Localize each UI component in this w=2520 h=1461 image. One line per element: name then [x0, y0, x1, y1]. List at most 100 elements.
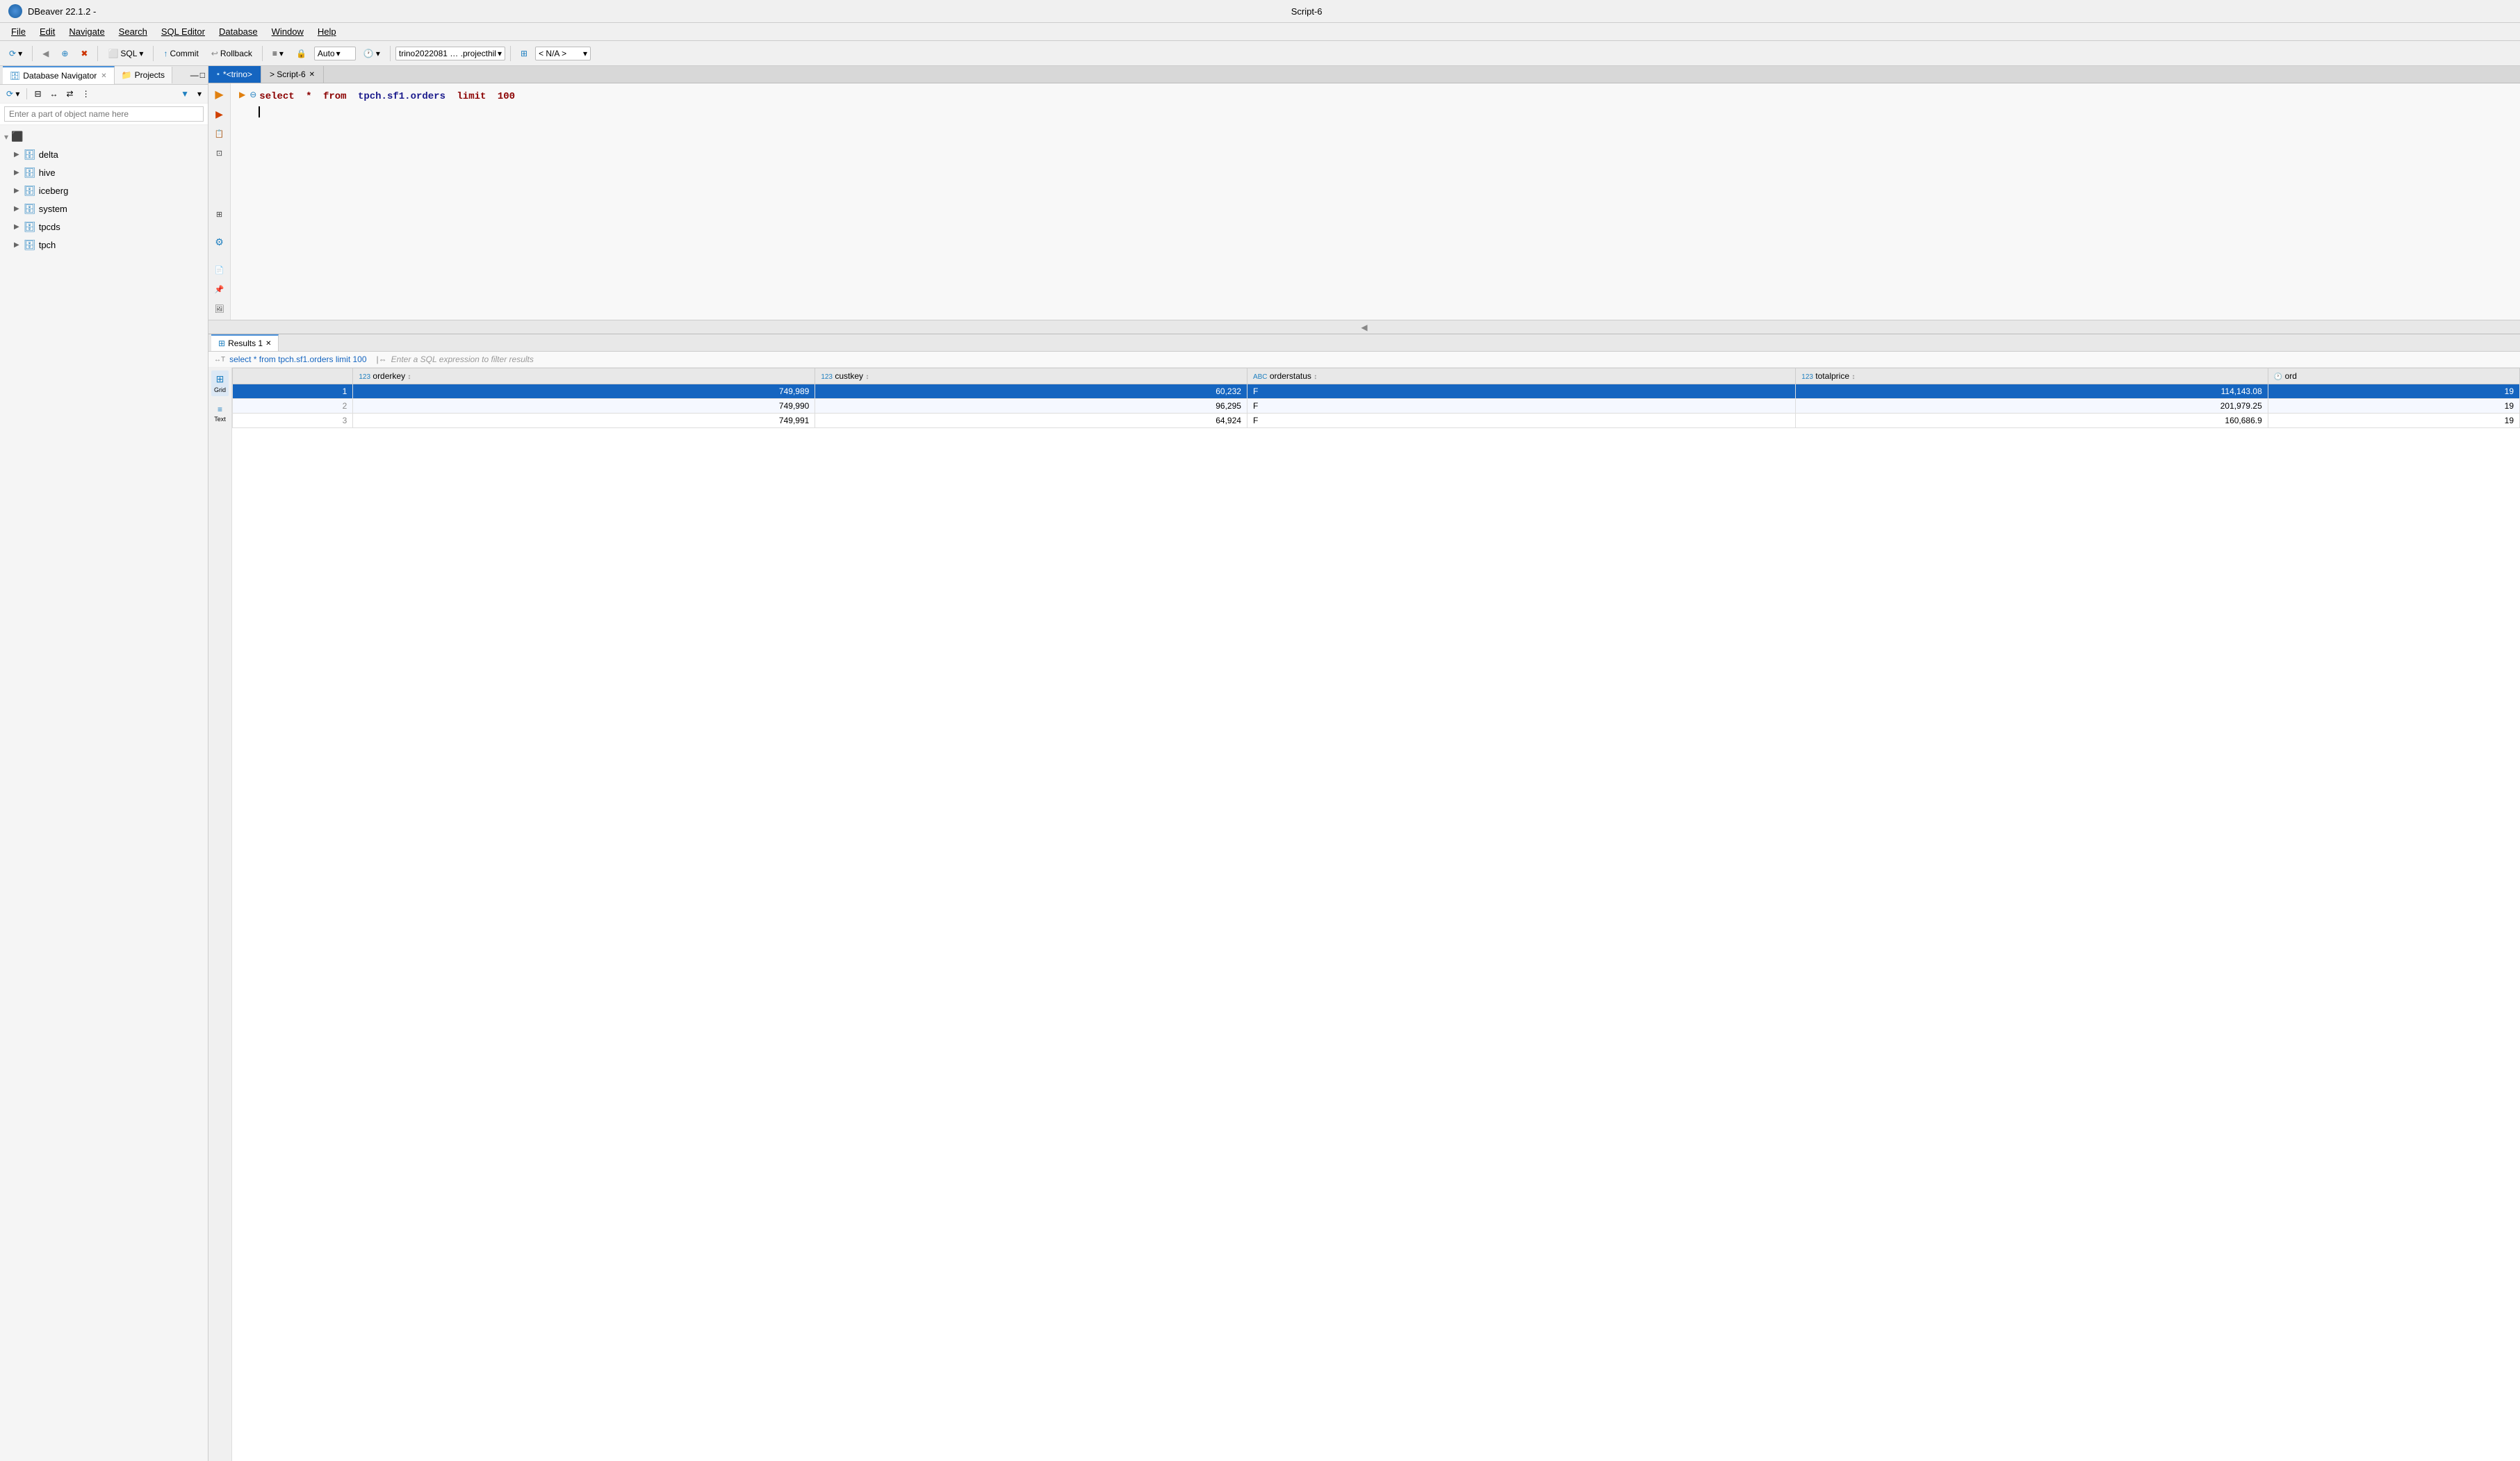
- grid-toggle[interactable]: ⊞ Grid: [211, 370, 229, 396]
- totalprice-sort[interactable]: ↕: [1851, 373, 1855, 381]
- menu-sql-editor[interactable]: SQL Editor: [156, 24, 211, 39]
- menu-edit[interactable]: Edit: [34, 24, 60, 39]
- auto-dropdown[interactable]: Auto ▾: [314, 47, 356, 60]
- table-row[interactable]: 1 749,989 60,232 F 114,143.08 19: [233, 384, 2520, 399]
- schema-dropdown[interactable]: < N/A > ▾: [535, 47, 591, 60]
- cell-ord: 19: [2268, 414, 2519, 428]
- cell-ord: 19: [2268, 399, 2519, 414]
- left-panel: 🗄 Database Navigator ✕ 📁 Projects — □ ⟳ …: [0, 66, 208, 1461]
- search-input[interactable]: [4, 106, 204, 122]
- settings-btn[interactable]: ⚙: [211, 234, 228, 250]
- forward-button[interactable]: ⊕: [56, 46, 73, 61]
- commit-button[interactable]: ↑ Commit: [158, 46, 203, 61]
- row-num: 3: [233, 414, 353, 428]
- menu-file[interactable]: File: [6, 24, 31, 39]
- tree-item-delta[interactable]: ▶ 🗄 delta: [0, 145, 208, 163]
- rollback-button[interactable]: ↩ Rollback: [206, 46, 257, 61]
- format-button[interactable]: ≡ ▾: [268, 46, 288, 61]
- text-toggle-label: Text: [214, 416, 226, 423]
- menu-window[interactable]: Window: [266, 24, 309, 39]
- sql-button[interactable]: ⬜ SQL ▾: [103, 46, 148, 61]
- tree-item-tpch[interactable]: ▶ 🗄 tpch: [0, 236, 208, 254]
- maximize-panel-btn[interactable]: □: [200, 70, 205, 80]
- text-toggle[interactable]: ≡ Text: [211, 402, 229, 425]
- system-chevron[interactable]: ▶: [14, 205, 19, 213]
- data-table-wrap[interactable]: 123 orderkey ↕ 123 custkey ↕: [232, 368, 2520, 1461]
- copy-btn[interactable]: ⊡: [211, 145, 228, 161]
- back-button[interactable]: ◀: [38, 46, 54, 61]
- cell-totalprice: 160,686.9: [1796, 414, 2268, 428]
- editor-tab-script6[interactable]: > Script-6 ✕: [261, 66, 324, 83]
- tree-item-hive[interactable]: ▶ 🗄 hive: [0, 163, 208, 181]
- menu-database[interactable]: Database: [213, 24, 263, 39]
- nav-collapse-btn[interactable]: ⊟: [31, 87, 44, 101]
- results-tabs: ⊞ Results 1 ✕: [208, 334, 2520, 352]
- minimize-panel-btn[interactable]: —: [190, 70, 199, 80]
- editor-tab-trino[interactable]: ▪ *<trino>: [208, 66, 261, 83]
- connection-dropdown[interactable]: trino2022081 … .projecthil ▾: [395, 47, 505, 60]
- hive-chevron[interactable]: ▶: [14, 169, 19, 177]
- limit-num: 100: [498, 89, 515, 104]
- tree-item-system[interactable]: ▶ 🗄 system: [0, 199, 208, 218]
- nav-filter-btn[interactable]: ▼: [177, 87, 193, 101]
- th-totalprice[interactable]: 123 totalprice ↕: [1796, 368, 2268, 384]
- lock-button[interactable]: 🔒: [291, 46, 311, 61]
- results-tab-1[interactable]: ⊞ Results 1 ✕: [211, 334, 279, 351]
- custkey-sort[interactable]: ↕: [865, 373, 869, 381]
- grid-button[interactable]: ⊞: [516, 46, 532, 61]
- nav-refresh-icon: ⟳: [6, 89, 13, 99]
- menu-search[interactable]: Search: [113, 24, 153, 39]
- tpcds-chevron[interactable]: ▶: [14, 223, 19, 231]
- nav-sync-btn[interactable]: ⇄: [63, 87, 77, 101]
- orderkey-sort[interactable]: ↕: [407, 373, 411, 381]
- terminal-btn[interactable]: ⊞: [211, 206, 228, 222]
- tab-database-navigator[interactable]: 🗄 Database Navigator ✕: [3, 66, 115, 84]
- nav-refresh-dropdown: ▾: [15, 89, 19, 99]
- dbeaver-icon: [8, 4, 22, 18]
- nav-link-btn[interactable]: ↔: [47, 87, 62, 101]
- results-tab-label: Results 1: [228, 338, 263, 348]
- run-script-btn[interactable]: ▶: [211, 106, 228, 122]
- tree-item-tpcds[interactable]: ▶ 🗄 tpcds: [0, 218, 208, 236]
- th-orderkey[interactable]: 123 orderkey ↕: [353, 368, 815, 384]
- explain-btn[interactable]: 📋: [211, 125, 228, 142]
- tab-script6-close[interactable]: ✕: [309, 71, 315, 79]
- root-chevron-down[interactable]: ▾: [4, 132, 8, 142]
- table-row[interactable]: 3 749,991 64,924 F 160,686.9 19: [233, 414, 2520, 428]
- image-btn[interactable]: 🖼: [211, 300, 228, 317]
- stop-button[interactable]: ✖: [76, 46, 92, 61]
- orderstatus-label: orderstatus: [1270, 371, 1311, 381]
- code-editor[interactable]: ▶ ⊖ select * from tpch.sf1.orders limit …: [231, 83, 2520, 320]
- bookmark-btn[interactable]: 📄: [211, 261, 228, 278]
- tree-item-iceberg[interactable]: ▶ 🗄 iceberg: [0, 181, 208, 199]
- nav-toolbar: ⟳ ▾ ⊟ ↔ ⇄ ⋮ ▼ ▾: [0, 85, 208, 104]
- tpch-chevron[interactable]: ▶: [14, 241, 19, 249]
- cell-totalprice: 201,979.25: [1796, 399, 2268, 414]
- refresh-button[interactable]: ⟳ ▾: [4, 46, 27, 61]
- nav-filter-dropdown[interactable]: ▾: [194, 87, 205, 101]
- th-custkey[interactable]: 123 custkey ↕: [815, 368, 1247, 384]
- results-tab-close[interactable]: ✕: [265, 340, 271, 348]
- nav-more-btn[interactable]: ⋮: [79, 87, 94, 101]
- refresh-icon: ⟳: [9, 49, 16, 58]
- code-line-2: [239, 104, 2512, 120]
- th-ord[interactable]: 🕐 ord: [2268, 368, 2519, 384]
- cell-orderstatus: F: [1247, 414, 1795, 428]
- tab-projects[interactable]: 📁 Projects: [115, 67, 172, 83]
- db-nav-close[interactable]: ✕: [101, 72, 106, 80]
- th-orderstatus[interactable]: ABC orderstatus ↕: [1247, 368, 1795, 384]
- sql-icon: ⬜: [108, 49, 118, 58]
- menu-help[interactable]: Help: [312, 24, 342, 39]
- text-toggle-icon: ≡: [218, 405, 222, 414]
- menu-navigate[interactable]: Navigate: [63, 24, 110, 39]
- nav-refresh-btn[interactable]: ⟳ ▾: [3, 87, 23, 101]
- tree-root: ▾ ⬛: [0, 128, 208, 145]
- iceberg-chevron[interactable]: ▶: [14, 187, 19, 195]
- scroll-left-icon[interactable]: ◀: [1361, 323, 1367, 332]
- delta-chevron[interactable]: ▶: [14, 151, 19, 158]
- pin-btn[interactable]: 📌: [211, 281, 228, 297]
- history-button[interactable]: 🕐 ▾: [359, 46, 385, 61]
- run-query-btn[interactable]: ▶: [211, 86, 228, 103]
- table-row[interactable]: 2 749,990 96,295 F 201,979.25 19: [233, 399, 2520, 414]
- orderstatus-sort[interactable]: ↕: [1314, 373, 1317, 381]
